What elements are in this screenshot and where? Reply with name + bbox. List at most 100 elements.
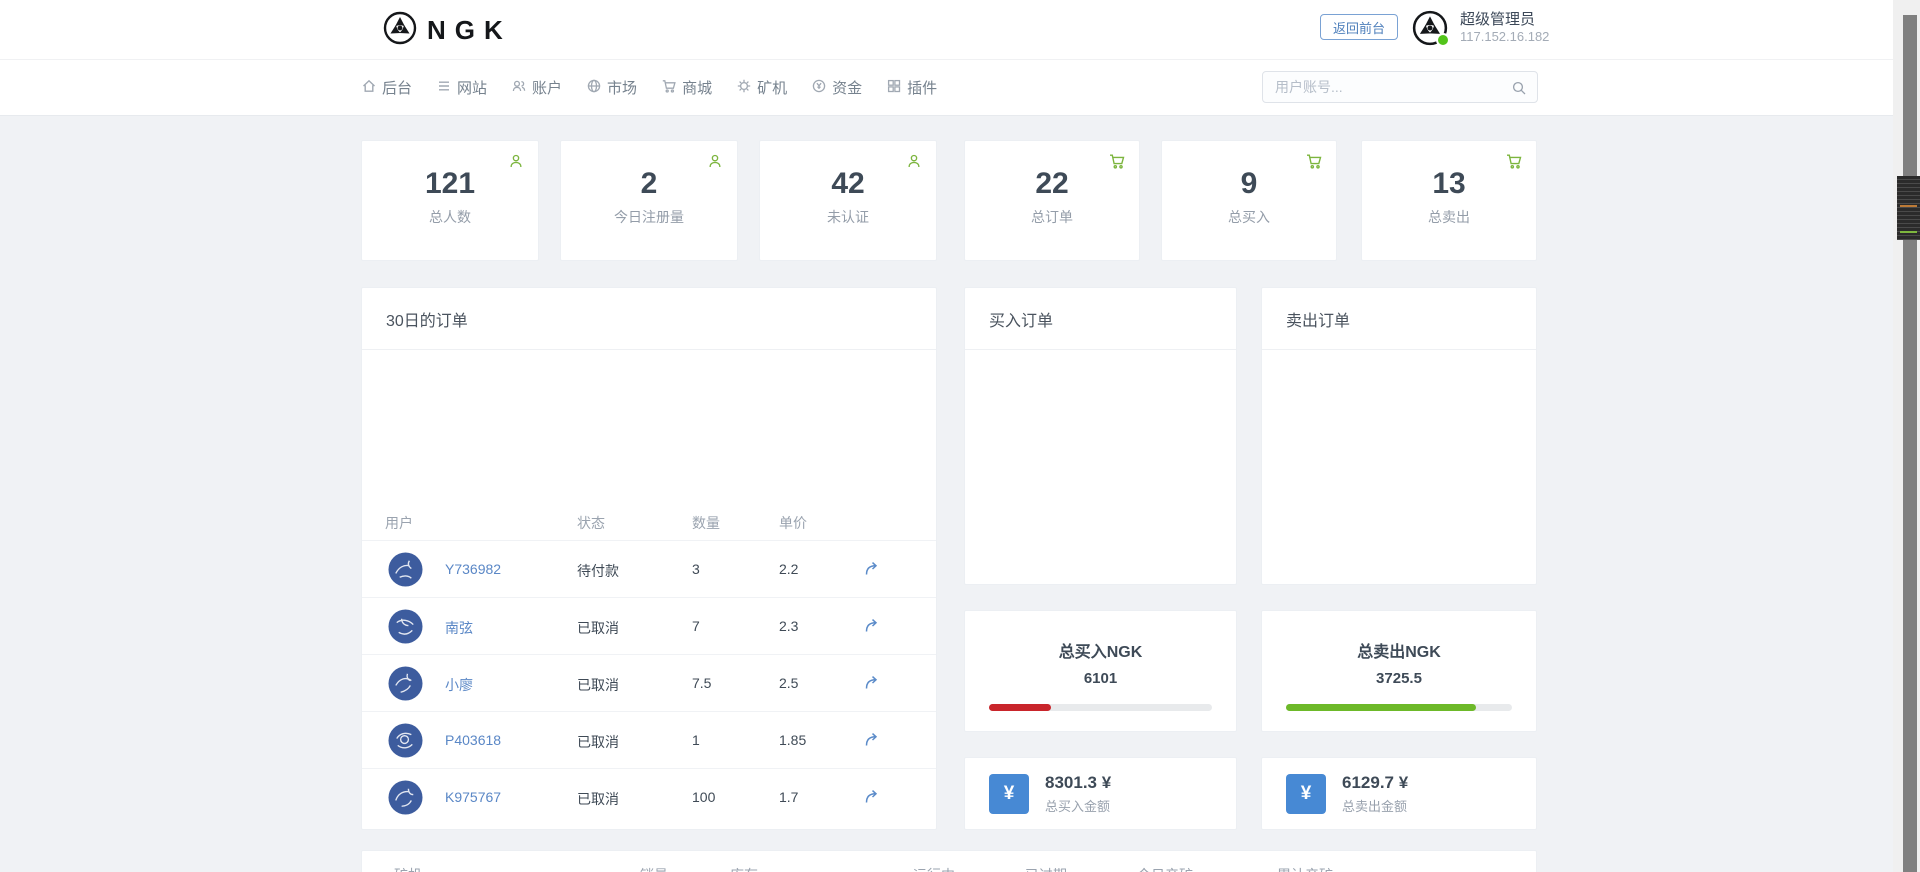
user-link[interactable]: 南弦 xyxy=(445,618,473,638)
order-status: 已取消 xyxy=(577,732,619,752)
stat-card-total-users: 121 总人数 xyxy=(361,140,539,261)
buy-amount-card: ¥ 8301.3 ¥ 总买入金额 xyxy=(964,757,1237,830)
search-icon[interactable] xyxy=(1511,80,1527,101)
total-value: 6101 xyxy=(965,670,1236,687)
nav-item-plugins[interactable]: 插件 xyxy=(886,77,937,98)
stat-label: 总人数 xyxy=(362,207,538,227)
online-status-dot xyxy=(1436,33,1450,47)
amount-label: 总卖出金额 xyxy=(1342,796,1407,815)
cart-icon xyxy=(1108,152,1126,175)
panel-title: 买入订单 xyxy=(965,288,1236,331)
user-icon xyxy=(507,152,525,175)
orders-30d-panel: 30日的订单 用户 状态 数量 单价 Y736982 待付款 3 2.2 南弦 … xyxy=(361,287,937,830)
order-qty: 7 xyxy=(692,618,700,634)
avatar xyxy=(388,780,423,818)
view-order-arrow-icon[interactable] xyxy=(862,787,880,808)
view-order-arrow-icon[interactable] xyxy=(862,616,880,637)
nav-item-miner[interactable]: 矿机 xyxy=(736,77,787,98)
user-link[interactable]: 小廖 xyxy=(445,675,473,695)
divider xyxy=(1262,349,1536,350)
nav-item-mall[interactable]: 商城 xyxy=(661,77,712,98)
order-price: 2.3 xyxy=(779,618,798,634)
admin-dashboard: NGK 返回前台 超级管理员 117.152.16.182 xyxy=(0,0,1920,872)
order-status: 已取消 xyxy=(577,789,619,809)
progress-track xyxy=(1286,704,1512,711)
user-link[interactable]: Y736982 xyxy=(445,561,501,577)
user-search xyxy=(1262,71,1538,103)
total-value: 3725.5 xyxy=(1262,670,1536,687)
home-icon xyxy=(361,78,377,98)
table-row: Y736982 待付款 3 2.2 xyxy=(362,540,936,598)
stat-card-today-registered: 2 今日注册量 xyxy=(560,140,738,261)
scrollbar-track[interactable] xyxy=(1903,15,1917,872)
admin-avatar[interactable] xyxy=(1410,8,1450,48)
view-order-arrow-icon[interactable] xyxy=(862,559,880,580)
user-link[interactable]: P403618 xyxy=(445,732,501,748)
main-nav: 后台 网站 账户 市场 商城 矿机 xyxy=(0,59,1893,116)
avatar xyxy=(388,666,423,704)
admin-name: 超级管理员 xyxy=(1460,11,1549,29)
nav-item-accounts[interactable]: 账户 xyxy=(511,77,562,98)
orders-chart-area xyxy=(362,347,936,503)
buy-progress-bar xyxy=(989,704,1051,711)
brand-logo: NGK xyxy=(383,11,512,50)
total-sell-ngk-card: 总卖出NGK 3725.5 xyxy=(1261,610,1537,732)
total-buy-ngk-card: 总买入NGK 6101 xyxy=(964,610,1237,732)
avatar xyxy=(388,723,423,761)
yuan-icon: ¥ xyxy=(989,774,1029,814)
view-order-arrow-icon[interactable] xyxy=(862,730,880,751)
orders-table-header: 用户 状态 数量 单价 xyxy=(362,503,936,540)
nav-item-market[interactable]: 市场 xyxy=(586,77,637,98)
scrollbar-gutter xyxy=(1893,0,1920,872)
globe-icon xyxy=(586,78,602,98)
order-price: 1.7 xyxy=(779,789,798,805)
nav-item-funds[interactable]: 资金 xyxy=(811,77,862,98)
divider xyxy=(965,349,1236,350)
avatar xyxy=(388,609,423,647)
list-icon xyxy=(436,78,452,98)
cart-icon xyxy=(1305,152,1323,175)
grid-icon xyxy=(886,78,902,98)
order-status: 已取消 xyxy=(577,618,619,638)
nav-item-backend[interactable]: 后台 xyxy=(361,77,412,98)
order-qty: 7.5 xyxy=(692,675,711,691)
miner-table-panel: 矿机 销量 库存 运行中 已过期 今日产矿 累计产矿 xyxy=(361,850,1537,872)
admin-ip: 117.152.16.182 xyxy=(1460,29,1549,45)
top-header: NGK 返回前台 超级管理员 117.152.16.182 xyxy=(0,0,1893,59)
table-row: 南弦 已取消 7 2.3 xyxy=(362,597,936,655)
view-order-arrow-icon[interactable] xyxy=(862,673,880,694)
sell-orders-panel: 卖出订单 xyxy=(1261,287,1537,585)
ngk-emblem-icon xyxy=(383,11,417,50)
coin-icon xyxy=(811,78,827,98)
stat-label: 未认证 xyxy=(760,207,936,227)
stat-label: 总卖出 xyxy=(1362,207,1536,227)
buy-orders-panel: 买入订单 xyxy=(964,287,1237,585)
user-icon xyxy=(905,152,923,175)
back-to-front-button[interactable]: 返回前台 xyxy=(1320,14,1398,40)
user-link[interactable]: K975767 xyxy=(445,789,501,805)
order-qty: 100 xyxy=(692,789,715,805)
sell-progress-bar xyxy=(1286,704,1476,711)
gear-icon xyxy=(736,78,752,98)
order-status: 已取消 xyxy=(577,675,619,695)
scrollbar-mark-green xyxy=(1900,231,1917,233)
stat-card-total-sells: 13 总卖出 xyxy=(1361,140,1537,261)
table-row: P403618 已取消 1 1.85 xyxy=(362,711,936,769)
scrollbar-mark-orange xyxy=(1900,205,1917,207)
admin-info[interactable]: 超级管理员 117.152.16.182 xyxy=(1410,8,1549,48)
order-status: 待付款 xyxy=(577,561,619,581)
cart-icon xyxy=(661,78,677,98)
stat-label: 今日注册量 xyxy=(561,207,737,227)
total-title: 总卖出NGK xyxy=(1262,638,1536,662)
order-price: 1.85 xyxy=(779,732,806,748)
nav-item-website[interactable]: 网站 xyxy=(436,77,487,98)
user-icon xyxy=(706,152,724,175)
table-row: 小廖 已取消 7.5 2.5 xyxy=(362,654,936,712)
order-price: 2.5 xyxy=(779,675,798,691)
scrollbar-thumb[interactable] xyxy=(1897,176,1920,240)
amount-label: 总买入金额 xyxy=(1045,796,1110,815)
stat-label: 总订单 xyxy=(965,207,1139,227)
search-input[interactable] xyxy=(1263,72,1537,102)
sell-amount-card: ¥ 6129.7 ¥ 总卖出金额 xyxy=(1261,757,1537,830)
table-row: K975767 已取消 100 1.7 xyxy=(362,768,936,826)
